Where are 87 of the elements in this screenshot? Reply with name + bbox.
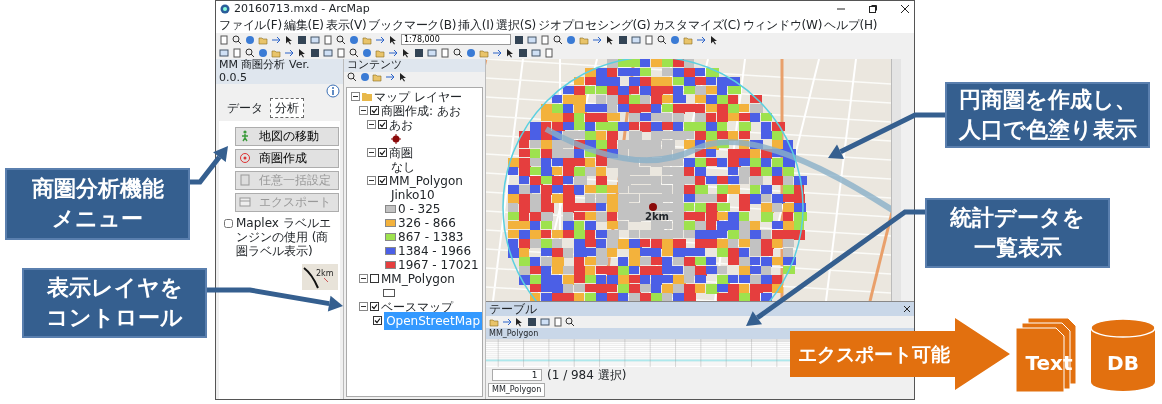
menu-item[interactable]: カスタマイズ(C) xyxy=(652,16,741,34)
layer-checkbox[interactable] xyxy=(378,120,387,130)
table-window-title: テーブル xyxy=(489,301,537,318)
map-preview-drawing: 2km xyxy=(301,264,338,291)
toolbar-icon[interactable] xyxy=(297,34,307,45)
layer-checkbox[interactable] xyxy=(373,316,383,326)
panel-tab[interactable]: データ xyxy=(221,98,268,119)
toolbar-icon[interactable] xyxy=(388,34,398,45)
menu-item[interactable]: 編集(E) xyxy=(283,16,324,34)
callout-label: 円商圏を作成し、 人口で色塗り表示 xyxy=(945,82,1150,148)
expander-icon[interactable] xyxy=(367,148,376,158)
folder-icon xyxy=(362,92,372,102)
tool-button[interactable]: 地図の移動 xyxy=(234,126,339,146)
layer-checkbox[interactable] xyxy=(370,302,379,312)
toolbar-icon[interactable] xyxy=(527,317,537,327)
restore-icon[interactable] xyxy=(868,4,878,14)
layer-checkbox[interactable] xyxy=(370,274,379,284)
panel-title: MM 商圏分析 Ver. 0.0.5 xyxy=(219,59,311,85)
menu-item[interactable]: ウィンドウ(W) xyxy=(742,16,823,34)
toolbar-icon[interactable] xyxy=(605,34,615,45)
toolbar-icon[interactable] xyxy=(709,34,719,45)
table-icon xyxy=(238,196,251,209)
panel-title: コンテンツ xyxy=(347,59,402,72)
toolbar-icon[interactable] xyxy=(414,47,424,58)
expander-icon[interactable] xyxy=(367,176,376,186)
expander-icon[interactable] xyxy=(359,274,368,284)
close-icon[interactable] xyxy=(903,305,911,313)
toolbar-icon[interactable] xyxy=(232,34,242,45)
toolbar-icon[interactable] xyxy=(336,34,346,45)
expander-icon[interactable] xyxy=(367,120,376,130)
app-icon xyxy=(220,4,230,14)
scale-field[interactable]: 1:78,000 xyxy=(401,34,511,45)
toolbar-icon[interactable] xyxy=(401,47,411,58)
selection-count: (1 / 984 選択) xyxy=(547,367,627,384)
toolbar-icon[interactable] xyxy=(453,47,463,58)
tool-button[interactable]: 商圏作成 xyxy=(234,148,339,168)
record-field[interactable]: 1 xyxy=(491,368,542,382)
option-label: Maplex ラベルエンジンの使用 (商圏ラベル表示) xyxy=(236,217,332,259)
callout-label: 商圏分析機能 メニュー xyxy=(5,168,190,240)
window-title: 20160713.mxd - ArcMap xyxy=(234,0,371,17)
toolbar-icon[interactable] xyxy=(346,71,357,82)
database-icon xyxy=(1090,318,1156,392)
menu-item[interactable]: ファイル(F) xyxy=(219,16,282,34)
menu-item[interactable]: 表示(V) xyxy=(325,16,367,34)
toolbar-icon[interactable] xyxy=(553,34,563,45)
format-label: Text xyxy=(1024,350,1074,377)
table-bottom-tab[interactable]: MM_Polygon xyxy=(488,383,546,397)
close-icon[interactable] xyxy=(900,4,910,14)
layer-checkbox[interactable] xyxy=(378,148,387,158)
toolbar-icon[interactable] xyxy=(505,47,515,58)
panel-tab[interactable]: 分析 xyxy=(270,98,305,119)
toolbar-icon[interactable] xyxy=(245,47,255,58)
document-icon xyxy=(238,174,251,187)
toolbar-icon[interactable] xyxy=(514,34,524,45)
map-label: 2km xyxy=(645,212,670,222)
format-label: DB xyxy=(1106,350,1140,377)
menu-item[interactable]: 挿入(I) xyxy=(458,16,495,34)
table-tab[interactable]: MM_Polygon xyxy=(489,327,539,340)
callout-label: 統計データを 一覧表示 xyxy=(925,198,1110,268)
toolbar-icon[interactable] xyxy=(518,47,528,58)
callout-label: 表示レイヤを コントロール xyxy=(22,268,207,338)
callout-arrow xyxy=(190,146,228,185)
toolbar-icon[interactable] xyxy=(618,34,628,45)
expander-icon[interactable] xyxy=(359,302,368,312)
toolbar-icon[interactable] xyxy=(310,47,320,58)
toolbar-icon[interactable] xyxy=(657,34,667,45)
layer-checkbox[interactable] xyxy=(370,106,379,116)
menu-item[interactable]: ブックマーク(B) xyxy=(368,16,457,34)
layer-name[interactable]: マップ レイヤー xyxy=(374,87,462,106)
menu-item[interactable]: 選択(S) xyxy=(496,16,537,34)
legend-heading: なし xyxy=(391,159,415,175)
toolbar-icon[interactable] xyxy=(284,34,294,45)
fill-symbol-icon xyxy=(383,288,395,297)
toolbar-icon[interactable] xyxy=(397,71,408,82)
toolbar-icon[interactable] xyxy=(565,317,576,327)
target-icon xyxy=(238,152,251,165)
layer-name[interactable]: 商圏 xyxy=(389,143,413,162)
info-icon[interactable] xyxy=(326,84,341,99)
option-checkbox[interactable] xyxy=(224,219,234,229)
legend-heading: Jinko10 xyxy=(391,187,435,204)
expander-icon[interactable] xyxy=(351,92,360,102)
menu-item[interactable]: ジオプロセシング(G) xyxy=(538,16,651,34)
toolbar-icon[interactable] xyxy=(297,47,307,58)
menu-item[interactable]: ヘルプ(H) xyxy=(824,16,878,34)
layer-checkbox[interactable] xyxy=(378,176,387,186)
expander-icon[interactable] xyxy=(359,106,368,116)
toolbar-icon[interactable] xyxy=(349,47,359,58)
